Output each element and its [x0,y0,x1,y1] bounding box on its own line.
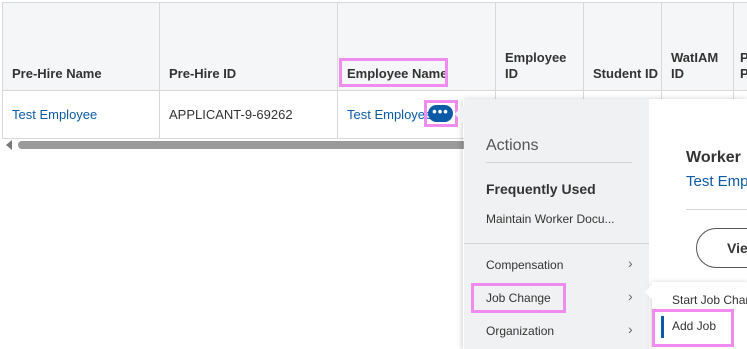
col-header-watiam-id-label: WatIAM ID [671,50,719,81]
worker-card-title: Worker [686,149,741,166]
chevron-right-icon: › [628,321,633,337]
view-button[interactable]: Vie [696,228,747,268]
actions-divider [486,162,632,163]
chevron-right-icon: › [628,288,633,304]
col-header-watiam-id[interactable]: WatIAM ID [662,3,734,91]
pre-hire-id-value: APPLICANT-9-69262 [169,107,293,122]
col-header-employee-name[interactable]: Employee Name [338,3,496,91]
submenu-selected-indicator [661,316,664,338]
menu-item-organization[interactable]: Organization [486,324,554,338]
menu-item-job-change[interactable]: Job Change [486,291,551,305]
pre-hire-name-link[interactable]: Test Employee [12,107,97,122]
worker-card-divider [686,209,747,210]
horizontal-scrollbar[interactable] [18,141,488,149]
col-header-partial[interactable]: P P [734,3,747,91]
employee-name-link[interactable]: Test Employee [347,107,432,122]
scroll-left-arrow-icon[interactable] [6,140,12,150]
menu-item-maintain-worker-documents[interactable]: Maintain Worker Docu... [486,212,615,226]
col-header-partial-label: P P [740,50,747,81]
frequently-used-heading: Frequently Used [486,181,596,197]
actions-title: Actions [486,137,539,154]
worker-card-name-link[interactable]: Test Emp [686,173,747,190]
cell-pre-hire-name: Test Employee [3,91,160,139]
col-header-pre-hire-name[interactable]: Pre-Hire Name [3,3,160,91]
col-header-employee-id[interactable]: Employee ID [496,3,584,91]
submenu-item-add-job[interactable]: Add Job [672,319,716,333]
col-header-pre-hire-id[interactable]: Pre-Hire ID [160,3,338,91]
menu-separator [464,243,649,244]
col-header-student-id[interactable]: Student ID [584,3,662,91]
cell-pre-hire-id: APPLICANT-9-69262 [160,91,338,139]
menu-item-compensation[interactable]: Compensation [486,258,563,272]
submenu-item-start-job-change[interactable]: Start Job Char [672,293,747,307]
related-actions-button[interactable]: ••• [428,105,453,122]
chevron-right-icon: › [628,255,633,271]
